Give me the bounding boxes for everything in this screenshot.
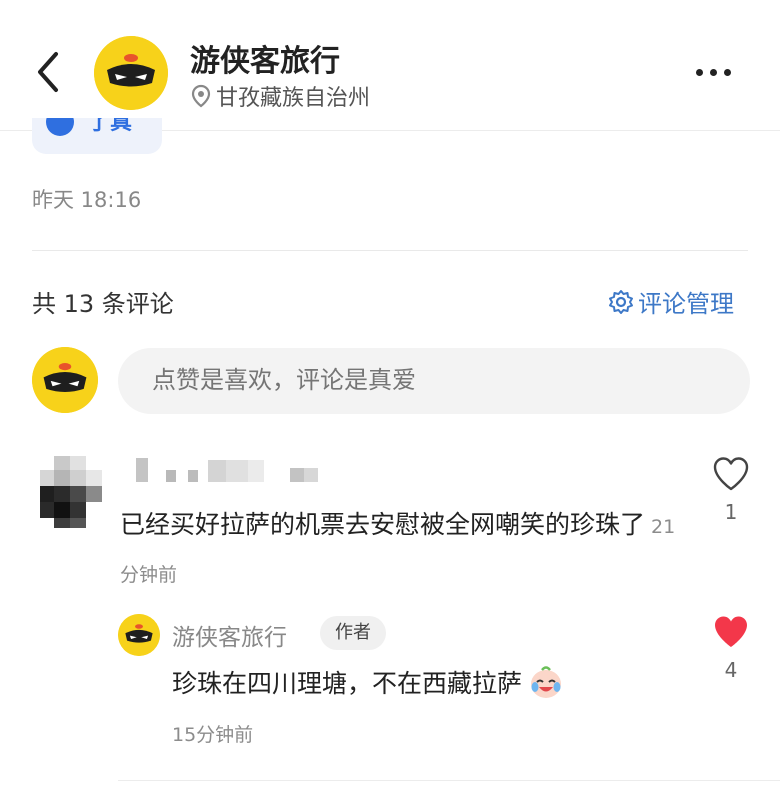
author-badge: 作者	[320, 616, 386, 650]
comment-count: 共 13 条评论	[32, 290, 174, 318]
comment-body[interactable]: 已经买好拉萨的机票去安慰被全网嘲笑的珍珠了 21分钟前	[120, 502, 680, 598]
reply-time: 15分钟前	[172, 724, 254, 746]
manage-label: 评论管理	[638, 290, 734, 318]
heart-outline-icon	[713, 457, 749, 491]
more-button[interactable]	[696, 62, 750, 82]
account-avatar[interactable]	[94, 36, 168, 110]
divider	[32, 250, 748, 251]
more-dot	[696, 68, 703, 76]
divider	[118, 780, 780, 781]
post-date: 昨天 18:16	[32, 188, 142, 212]
gear-icon	[609, 289, 633, 314]
reply-body[interactable]: 珍珠在四川理塘，不在西藏拉萨	[172, 664, 564, 700]
location-label: 甘孜藏族自治州	[216, 86, 371, 111]
chip-icon	[46, 118, 74, 136]
more-dot	[710, 68, 717, 76]
reply-like-button[interactable]	[712, 614, 750, 650]
comment-manage-button[interactable]: 评论管理	[608, 284, 734, 319]
comment-text: 已经买好拉萨的机票去安慰被全网嘲笑的珍珠了	[120, 510, 646, 539]
chip-label: 了真	[88, 118, 133, 135]
like-count: 1	[724, 500, 738, 524]
like-button[interactable]	[712, 456, 750, 492]
commenter-name-redacted[interactable]	[136, 456, 326, 486]
commenter-avatar[interactable]	[40, 456, 102, 528]
account-title[interactable]: 游侠客旅行	[190, 36, 340, 80]
my-avatar	[32, 347, 98, 413]
chevron-left-icon	[38, 52, 58, 92]
location-row[interactable]: 甘孜藏族自治州	[190, 80, 370, 112]
topic-chip[interactable]: 了真	[32, 118, 162, 154]
heart-filled-icon	[715, 616, 747, 647]
more-dot	[724, 68, 731, 76]
reply-author-name[interactable]: 游侠客旅行	[172, 618, 287, 652]
crying-laughing-emoji-icon	[531, 666, 562, 698]
reply-like-count: 4	[724, 658, 738, 682]
reply-text: 珍珠在四川理塘，不在西藏拉萨	[172, 669, 523, 698]
back-button[interactable]	[30, 48, 70, 96]
reply-avatar[interactable]	[118, 614, 160, 656]
ninja-mask-logo	[94, 36, 168, 110]
location-pin-icon	[191, 84, 211, 108]
comment-input[interactable]	[118, 348, 750, 414]
